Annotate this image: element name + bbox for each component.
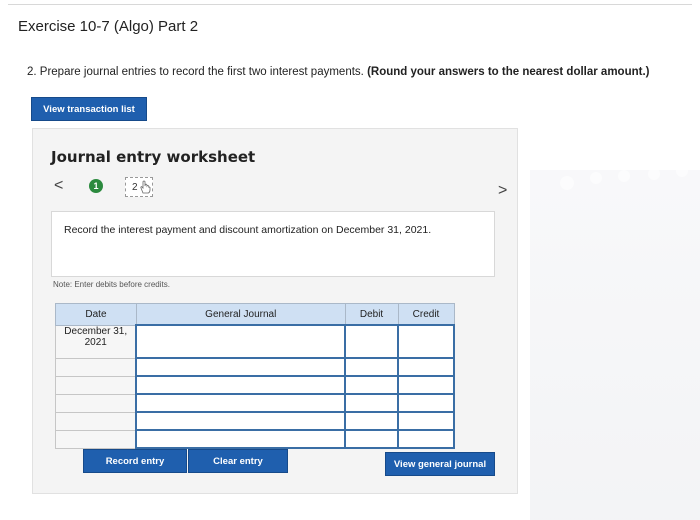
date-cell: December 31, 2021 (55, 324, 137, 359)
account-input[interactable] (135, 429, 347, 449)
debit-input[interactable] (344, 375, 400, 395)
glare-spot (676, 165, 688, 177)
journal-table: Date General Journal Debit Credit Decemb… (55, 303, 455, 449)
instruction-box: Record the interest payment and discount… (51, 211, 495, 277)
step-1-button[interactable]: 1 (89, 179, 103, 193)
account-input[interactable] (135, 357, 347, 377)
credit-input[interactable] (397, 393, 455, 413)
chevron-right-icon[interactable]: > (498, 182, 507, 200)
glare-spot (648, 168, 660, 180)
credit-input[interactable] (397, 324, 455, 359)
table-row (55, 429, 455, 449)
column-header-date: Date (55, 303, 137, 326)
account-input[interactable] (135, 393, 347, 413)
glare-spot (590, 172, 602, 184)
table-row (55, 375, 455, 395)
view-general-journal-button[interactable]: View general journal (385, 452, 495, 476)
worksheet-title: Journal entry worksheet (51, 148, 256, 166)
question-prompt: 2. Prepare journal entries to record the… (27, 66, 687, 78)
glare-spot (618, 170, 630, 182)
credit-input[interactable] (397, 429, 455, 449)
date-cell (55, 411, 137, 431)
date-cell (55, 375, 137, 395)
screen-glare-overlay (530, 170, 700, 520)
date-cell (55, 393, 137, 413)
table-row (55, 411, 455, 431)
journal-entry-worksheet: Journal entry worksheet < 1 2 > Record t… (32, 128, 518, 494)
note-text: Note: Enter debits before credits. (53, 280, 170, 289)
credit-input[interactable] (397, 357, 455, 377)
table-header-row: Date General Journal Debit Credit (55, 303, 455, 326)
step-2-label: 2 (132, 181, 138, 193)
view-transaction-list-button[interactable]: View transaction list (31, 97, 147, 121)
table-row: December 31, 2021 (55, 324, 455, 359)
debit-input[interactable] (344, 429, 400, 449)
glare-spot (560, 176, 574, 190)
date-cell (55, 429, 137, 449)
page-title: Exercise 10-7 (Algo) Part 2 (18, 18, 199, 35)
debit-input[interactable] (344, 393, 400, 413)
credit-input[interactable] (397, 375, 455, 395)
record-entry-button[interactable]: Record entry (83, 449, 187, 473)
clear-entry-button[interactable]: Clear entry (188, 449, 288, 473)
column-header-credit: Credit (397, 303, 455, 326)
step-2-button[interactable]: 2 (125, 177, 153, 197)
question-emphasis: (Round your answers to the nearest dolla… (367, 66, 650, 78)
column-header-debit: Debit (344, 303, 399, 326)
credit-input[interactable] (397, 411, 455, 431)
chevron-left-icon[interactable]: < (54, 177, 63, 195)
debit-input[interactable] (344, 357, 400, 377)
column-header-general-journal: General Journal (135, 303, 346, 326)
debit-input[interactable] (344, 411, 400, 431)
account-input[interactable] (135, 411, 347, 431)
account-input[interactable] (135, 375, 347, 395)
table-row (55, 393, 455, 413)
question-text: 2. Prepare journal entries to record the… (27, 66, 364, 78)
hand-pointer-icon (139, 180, 151, 197)
account-input[interactable] (135, 324, 347, 359)
debit-input[interactable] (344, 324, 400, 359)
table-row (55, 357, 455, 377)
date-cell (55, 357, 137, 377)
